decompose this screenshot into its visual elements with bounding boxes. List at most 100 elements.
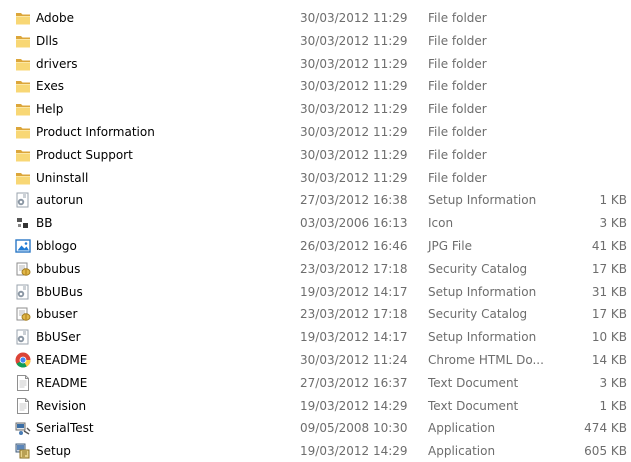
folder-icon [14, 55, 32, 73]
file-row[interactable]: Product Support 30/03/2012 11:29 File fold… [0, 144, 631, 166]
file-size: 3 KB [599, 375, 627, 390]
file-size: 3 KB [599, 216, 627, 231]
setup-info-icon [14, 191, 32, 209]
file-name: BB [36, 216, 53, 231]
file-type: Setup Information [428, 330, 537, 345]
file-type: Application [428, 421, 496, 436]
file-size [547, 98, 627, 120]
file-name: drivers [36, 56, 78, 71]
file-size: 31 KB [591, 284, 627, 299]
file-size [547, 167, 627, 189]
file-type: File folder [428, 11, 487, 25]
file-row[interactable]: SerialTest 09/05/2008 10:30 Application 474… [0, 417, 631, 439]
setup-info-icon [14, 328, 32, 346]
file-date-modified: 19/03/2012 14:17 [300, 330, 408, 345]
file-type: File folder [428, 56, 487, 71]
file-name: Exes [36, 79, 64, 94]
file-size: 14 KB [591, 353, 627, 367]
file-date-modified: 30/03/2012 11:29 [300, 147, 408, 162]
file-name: SerialTest [36, 421, 94, 436]
file-size: 605 KB [584, 444, 627, 459]
folder-icon [14, 146, 32, 164]
file-name: Revision [36, 398, 87, 413]
file-date-modified: 26/03/2012 16:46 [300, 239, 408, 253]
folder-icon [14, 169, 32, 187]
file-date-modified: 27/03/2012 16:37 [300, 375, 408, 390]
file-size: 10 KB [591, 330, 627, 345]
setup-application-icon [14, 442, 32, 460]
file-row[interactable]: Dlls 30/03/2012 11:29 File folder [0, 30, 631, 52]
file-date-modified: 30/03/2012 11:29 [300, 56, 408, 71]
file-row[interactable]: drivers 30/03/2012 11:29 File folder [0, 53, 631, 75]
file-name: BbUSer [36, 330, 81, 345]
file-name: BbUBus [36, 284, 83, 299]
file-row[interactable]: bbubus 23/03/2012 17:18 Security Catalog 17… [0, 258, 631, 280]
file-type: File folder [428, 170, 487, 185]
file-type: File folder [428, 147, 487, 162]
file-row[interactable]: Exes 30/03/2012 11:29 File folder [0, 75, 631, 97]
file-name: Adobe [36, 11, 74, 25]
file-row[interactable]: Adobe 30/03/2012 11:29 File folder [0, 7, 631, 29]
file-date-modified: 23/03/2012 17:18 [300, 261, 408, 276]
file-type: Application [428, 444, 496, 459]
folder-icon [14, 32, 32, 50]
file-size [547, 7, 627, 29]
file-row[interactable]: Uninstall 30/03/2012 11:29 File folder [0, 167, 631, 189]
image-file-icon [14, 237, 32, 255]
file-type: JPG File [428, 239, 472, 253]
file-date-modified: 30/03/2012 11:24 [300, 353, 408, 367]
file-type: Icon [428, 216, 454, 231]
file-size: 1 KB [599, 398, 627, 413]
file-name: README [36, 353, 88, 367]
file-name: Uninstall [36, 170, 89, 185]
file-date-modified: 30/03/2012 11:29 [300, 125, 408, 139]
file-type: File folder [428, 33, 487, 48]
file-name: autorun [36, 193, 84, 208]
file-name: README [36, 375, 88, 390]
file-row[interactable]: Revision 19/03/2012 14:29 Text Document 1 K… [0, 395, 631, 417]
file-date-modified: 30/03/2012 11:29 [300, 33, 408, 48]
file-row[interactable]: Setup 19/03/2012 14:29 Application 605 KB [0, 440, 631, 462]
file-date-modified: 27/03/2012 16:38 [300, 193, 408, 208]
security-catalog-icon [14, 305, 32, 323]
file-row[interactable]: BB 03/03/2006 16:13 Icon 3 KB [0, 212, 631, 234]
file-size [547, 53, 627, 75]
file-row[interactable]: bbuser 23/03/2012 17:18 Security Catalog 17… [0, 303, 631, 325]
file-row[interactable]: BbUBus 19/03/2012 14:17 Setup Information 3… [0, 281, 631, 303]
file-name: Dlls [36, 33, 59, 48]
file-type: Setup Information [428, 284, 537, 299]
setup-info-icon [14, 283, 32, 301]
file-row[interactable]: autorun 27/03/2012 16:38 Setup Information… [0, 189, 631, 211]
file-name: bblogo [36, 239, 77, 253]
file-name: Setup [36, 444, 71, 459]
file-row[interactable]: Product Information 30/03/2012 11:29 File … [0, 121, 631, 143]
file-type: Text Document [428, 375, 519, 390]
file-date-modified: 19/03/2012 14:17 [300, 284, 408, 299]
file-size [547, 144, 627, 166]
file-date-modified: 09/05/2008 10:30 [300, 421, 408, 436]
folder-icon [14, 123, 32, 141]
file-date-modified: 23/03/2012 17:18 [300, 307, 408, 322]
file-type: File folder [428, 125, 487, 139]
file-size: 1 KB [599, 193, 627, 208]
file-row[interactable]: bblogo 26/03/2012 16:46 JPG File 41 KB [0, 235, 631, 257]
file-type: Setup Information [428, 193, 537, 208]
file-size: 474 KB [584, 421, 627, 436]
file-type: File folder [428, 79, 487, 94]
file-size [547, 30, 627, 52]
file-size [547, 75, 627, 97]
file-size [547, 121, 627, 143]
file-type: Security Catalog [428, 307, 528, 322]
folder-icon [14, 77, 32, 95]
text-document-icon [14, 374, 32, 392]
file-date-modified: 30/03/2012 11:29 [300, 170, 408, 185]
file-row[interactable]: README 30/03/2012 11:24 Chrome HTML Do... 1… [0, 349, 631, 371]
chrome-icon [14, 351, 32, 369]
file-row[interactable]: Help 30/03/2012 11:29 File folder [0, 98, 631, 120]
file-name: Help [36, 102, 64, 117]
file-list: Adobe 30/03/2012 11:29 File folder Dlls 30/0… [0, 0, 631, 462]
text-document-icon [14, 397, 32, 415]
file-row[interactable]: BbUSer 19/03/2012 14:17 Setup Information 1… [0, 326, 631, 348]
file-name: Product Information [36, 125, 155, 139]
file-row[interactable]: README 27/03/2012 16:37 Text Document 3 KB [0, 372, 631, 394]
